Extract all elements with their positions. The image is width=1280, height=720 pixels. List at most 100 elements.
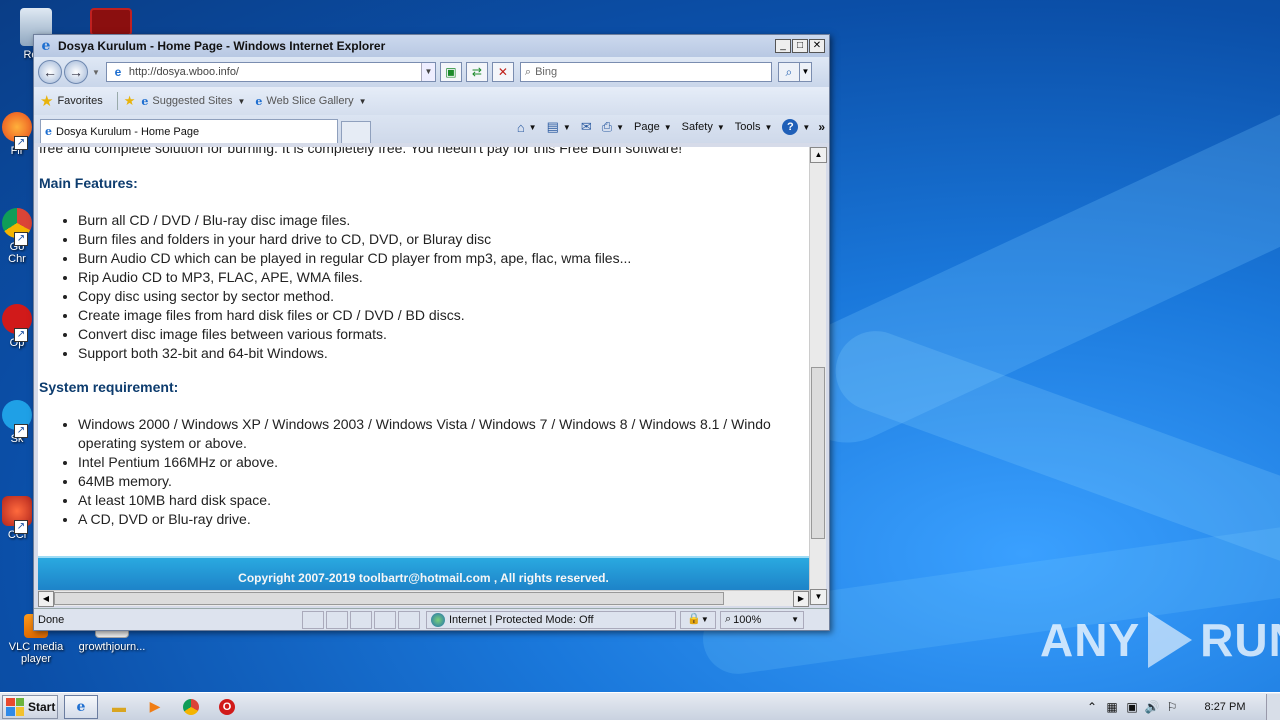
taskbar-explorer[interactable]: ▬ [104, 695, 134, 719]
shortcut-arrow-icon: ↗ [14, 424, 28, 438]
desktop-icon-firefox[interactable]: ↗ Fir [0, 112, 34, 157]
url-field[interactable]: e http://dosya.wboo.info/ ▼ [105, 62, 436, 82]
ie-logo-icon: e [41, 38, 51, 54]
page-menu[interactable]: Page ▼ [634, 121, 672, 133]
refresh-icon: ⇄ [471, 65, 482, 79]
clock[interactable]: 8:27 PM [1190, 701, 1260, 713]
chrome-icon [183, 698, 199, 715]
window-title: Dosya Kurulum - Home Page - Windows Inte… [58, 39, 386, 53]
scroll-left-button[interactable]: ◀ [38, 591, 54, 607]
forward-arrow-icon: → [69, 64, 83, 80]
safety-menu[interactable]: Safety ▼ [682, 121, 725, 133]
requirement-os-text: Windows 2000 / Windows XP / Windows 2003… [78, 416, 771, 432]
feeds-button[interactable]: ▤ ▼ [547, 119, 571, 135]
help-icon: ? [782, 119, 799, 135]
url-text[interactable]: http://dosya.wboo.info/ [129, 66, 421, 78]
url-dropdown-button[interactable]: ▼ [420, 63, 435, 81]
search-input[interactable]: ⌕ Bing [519, 62, 772, 82]
horizontal-scroll-thumb[interactable] [54, 592, 724, 605]
recent-pages-dropdown[interactable]: ▼ [92, 68, 100, 77]
shortcut-arrow-icon: ↗ [14, 328, 28, 342]
taskbar-media-player[interactable]: ▶ [140, 695, 170, 719]
show-hidden-icons-button[interactable]: ⌃ [1082, 700, 1102, 714]
zoom-level: 100% [733, 613, 762, 626]
desktop-icon-chrome[interactable]: ↗ Go Chr [0, 208, 34, 265]
scroll-down-button[interactable]: ▼ [810, 589, 827, 605]
more-commands-chevron-icon[interactable]: » [818, 120, 825, 134]
network-icon[interactable]: ▦ [1102, 700, 1122, 714]
minimize-button[interactable]: _ [775, 39, 791, 53]
ie-taskbar-icon: e [76, 698, 86, 715]
back-arrow-icon: ← [43, 64, 57, 80]
mail-icon: ✉ [580, 119, 592, 134]
vertical-scroll-thumb[interactable] [811, 367, 825, 539]
suggested-sites-label: Suggested Sites [152, 95, 233, 107]
new-tab-button[interactable] [341, 121, 371, 143]
back-button[interactable]: ← [38, 60, 62, 84]
desktop-icon-opera[interactable]: ↗ Op [0, 304, 34, 349]
flag-icon[interactable]: ⚐ [1162, 700, 1182, 714]
play-logo-icon [1148, 612, 1193, 668]
search-options-dropdown[interactable]: ▼ [799, 62, 812, 82]
folder-icon: ▬ [112, 698, 126, 715]
taskbar-chrome[interactable] [176, 695, 206, 719]
suggested-sites-link[interactable]: e Suggested Sites ▼ [141, 95, 245, 108]
search-button[interactable]: ⌕ [777, 62, 800, 82]
divider [116, 92, 118, 110]
start-button[interactable]: Start [2, 694, 58, 719]
desktop-icon-label: player [21, 653, 51, 665]
list-item: Rip Audio CD to MP3, FLAC, APE, WMA file… [78, 268, 631, 287]
zoom-magnifier-icon: ⌕ [725, 613, 732, 625]
requirement-os-wrap-text: operating system or above. [78, 435, 247, 451]
volume-icon[interactable]: 🔊 [1142, 700, 1162, 714]
taskbar-opera[interactable]: O [212, 695, 242, 719]
stop-button[interactable]: ✕ [491, 62, 514, 82]
home-button[interactable]: ⌂ ▼ [517, 120, 537, 135]
favorites-button[interactable]: Favorites [57, 95, 102, 107]
action-center-icon[interactable]: ▣ [1122, 700, 1142, 714]
tab-bar: e Dosya Kurulum - Home Page ⌂ ▼ ▤ ▼ ✉ ⎙ ▼ P… [34, 115, 829, 143]
scroll-up-button[interactable]: ▲ [810, 147, 827, 163]
tab-favicon-icon: e [45, 125, 52, 138]
print-button[interactable]: ⎙ ▼ [602, 119, 624, 135]
search-placeholder: Bing [535, 66, 558, 78]
scroll-right-button[interactable]: ▶ [793, 591, 809, 607]
main-features-heading: Main Features: [39, 175, 138, 191]
list-item: At least 10MB hard disk space. [78, 491, 771, 510]
globe-icon [431, 612, 445, 627]
refresh-button[interactable]: ⇄ [465, 62, 488, 82]
close-button[interactable]: ✕ [809, 39, 825, 53]
compatibility-view-button[interactable]: ▣ [439, 62, 462, 82]
windows-logo-icon [6, 697, 24, 716]
security-zone-label: Internet | Protected Mode: Off [449, 613, 594, 626]
system-tray: ⌃ ▦ ▣ 🔊 ⚐ 8:27 PM [1082, 693, 1280, 720]
add-to-favorites-icon[interactable]: ★ [124, 93, 136, 109]
features-list: Burn all CD / DVD / Blu-ray disc image f… [78, 211, 631, 363]
protected-mode-button[interactable]: 🔒▼ [680, 610, 716, 629]
maximize-button[interactable]: □ [792, 39, 808, 53]
system-requirement-heading: System requirement: [39, 379, 179, 395]
taskbar-ie[interactable]: e [64, 694, 98, 719]
page-favicon-icon: e [114, 65, 122, 79]
vertical-scrollbar[interactable]: ▲ ▼ [809, 147, 827, 605]
list-item: Convert disc image files between various… [78, 325, 631, 344]
status-bar: Done Internet | Protected Mode: Off 🔒▼ ⌕… [34, 608, 829, 630]
ie-page-icon: e [255, 94, 263, 108]
status-cell [302, 610, 324, 629]
help-button[interactable]: ? ▼ [782, 119, 810, 135]
web-slice-gallery-link[interactable]: e Web Slice Gallery ▼ [255, 95, 366, 108]
title-bar[interactable]: e Dosya Kurulum - Home Page - Windows In… [34, 35, 829, 57]
read-mail-button[interactable]: ✉ [581, 119, 592, 135]
search-icon: ⌕ [524, 65, 532, 78]
forward-button[interactable]: → [64, 60, 88, 84]
security-zone[interactable]: Internet | Protected Mode: Off [426, 610, 676, 629]
list-item: Burn files and folders in your hard driv… [78, 230, 631, 249]
tab-home-page[interactable]: e Dosya Kurulum - Home Page [40, 119, 338, 143]
tools-menu[interactable]: Tools ▼ [735, 121, 773, 133]
zoom-control[interactable]: ⌕ 100% ▼ [720, 610, 804, 629]
desktop-icon-ccleaner[interactable]: ↗ CCl [0, 496, 34, 541]
horizontal-scrollbar[interactable]: ◀ ▶ [38, 590, 809, 607]
desktop-icon-skype[interactable]: ↗ Sk [0, 400, 34, 445]
show-desktop-button[interactable] [1266, 694, 1280, 720]
desktop-icon-label: Chr [8, 253, 26, 265]
